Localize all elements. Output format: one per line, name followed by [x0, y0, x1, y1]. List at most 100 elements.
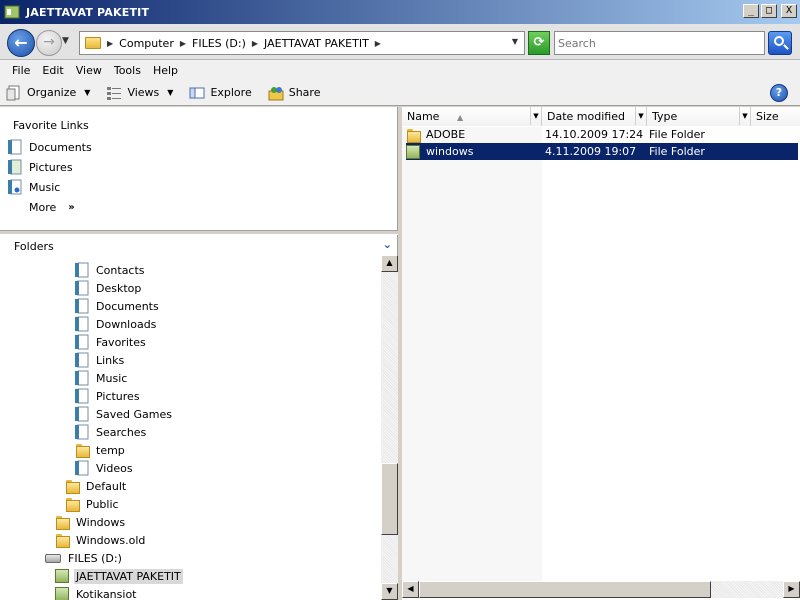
folders-header[interactable]: Folders ⌄ — [0, 235, 398, 257]
folder-icon — [406, 128, 421, 143]
tree-item[interactable]: Pictures — [75, 387, 142, 405]
folder-tree-scrollbar[interactable]: ▲ ▼ — [381, 255, 398, 600]
collapse-chevron-icon[interactable]: ⌄ — [383, 238, 392, 251]
address-field[interactable]: ▶ Computer ▶ FILES (D:) ▶ JAETTAVAT PAKE… — [79, 31, 525, 55]
window-title: JAETTAVAT PAKETIT — [26, 5, 150, 19]
column-filter-dropdown-icon[interactable]: ▼ — [739, 107, 750, 125]
menu-edit[interactable]: Edit — [36, 64, 69, 77]
breadcrumb-files-drive[interactable]: FILES (D:) — [192, 37, 246, 50]
tree-item[interactable]: Contacts — [75, 261, 147, 279]
tree-item[interactable]: Searches — [75, 423, 148, 441]
column-header-type[interactable]: Type ▼ — [647, 107, 751, 126]
explore-icon — [189, 85, 205, 101]
favorite-links-header: Favorite Links — [13, 119, 89, 132]
column-header-date[interactable]: Date modified ▼ — [542, 107, 647, 126]
tree-item[interactable]: temp — [75, 441, 127, 459]
views-button[interactable]: Views ▼ — [106, 85, 173, 101]
tree-item[interactable]: Music — [75, 369, 129, 387]
tree-item[interactable]: Windows — [55, 513, 127, 531]
breadcrumb-current-folder[interactable]: JAETTAVAT PAKETIT — [264, 37, 369, 50]
explore-button[interactable]: Explore — [189, 85, 252, 101]
column-filter-dropdown-icon[interactable]: ▼ — [635, 107, 646, 125]
column-filter-dropdown-icon[interactable]: ▼ — [530, 107, 541, 125]
videos-icon — [75, 460, 89, 476]
pictures-icon — [8, 159, 22, 175]
column-size-label: Size — [756, 110, 779, 123]
menu-tools[interactable]: Tools — [108, 64, 147, 77]
file-list-hscrollbar[interactable]: ◀ ▶ — [402, 581, 800, 598]
tree-item[interactable]: Windows.old — [55, 531, 147, 549]
tree-item[interactable]: FILES (D:) — [45, 549, 124, 567]
forward-button[interactable]: → — [36, 30, 62, 56]
close-button[interactable]: X — [781, 4, 797, 18]
views-icon — [106, 85, 122, 101]
scroll-thumb[interactable] — [381, 463, 398, 535]
file-type: File Folder — [649, 145, 705, 158]
title-bar[interactable]: JAETTAVAT PAKETIT _ □ X — [0, 0, 800, 24]
tree-item-label: Links — [96, 353, 125, 367]
share-icon — [268, 85, 284, 101]
shared-folder-icon — [55, 587, 69, 600]
tree-item[interactable]: Videos — [75, 459, 135, 477]
folder-icon — [55, 515, 70, 530]
menu-help[interactable]: Help — [147, 64, 184, 77]
menu-view[interactable]: View — [70, 64, 108, 77]
refresh-button[interactable]: ⟳ — [528, 31, 550, 55]
address-dropdown-icon[interactable]: ▼ — [512, 37, 518, 46]
back-button[interactable]: ← — [7, 29, 35, 57]
folder-icon — [75, 443, 90, 458]
tree-item[interactable]: Default — [65, 477, 128, 495]
organize-icon — [6, 85, 22, 101]
breadcrumb-separator-icon[interactable]: ▶ — [107, 39, 113, 48]
downloads-icon — [75, 316, 89, 332]
column-header-size[interactable]: Size — [751, 107, 800, 126]
tree-item[interactable]: Favorites — [75, 333, 148, 351]
documents-icon — [75, 298, 89, 314]
tree-item[interactable]: Kotikansiot — [55, 585, 138, 600]
scroll-right-button[interactable]: ▶ — [783, 581, 800, 598]
file-row-selected[interactable]: windows 4.11.2009 19:07 File Folder — [406, 143, 798, 160]
favorite-documents[interactable]: Documents — [8, 138, 92, 156]
navigation-pane: Favorite Links Documents Pictures Music … — [0, 107, 398, 600]
menu-file[interactable]: File — [6, 64, 36, 77]
scroll-down-button[interactable]: ▼ — [381, 583, 398, 600]
hscroll-thumb[interactable] — [419, 581, 711, 598]
refresh-icon: ⟳ — [533, 35, 545, 50]
tree-item[interactable]: Public — [65, 495, 121, 513]
search-button[interactable] — [768, 31, 792, 55]
history-dropdown-icon[interactable]: ▼ — [62, 36, 69, 46]
breadcrumb-separator-icon[interactable]: ▶ — [180, 39, 186, 48]
column-header-name[interactable]: Name ▲ ▼ — [402, 107, 542, 126]
folders-label: Folders — [14, 239, 54, 253]
tree-item[interactable]: Downloads — [75, 315, 158, 333]
tree-item[interactable]: Links — [75, 351, 126, 369]
favorites-icon — [75, 334, 89, 350]
scroll-left-button[interactable]: ◀ — [402, 581, 419, 598]
tree-item[interactable]: Desktop — [75, 279, 143, 297]
help-button[interactable]: ? — [770, 84, 788, 102]
breadcrumb-separator-icon[interactable]: ▶ — [252, 39, 258, 48]
folder-icon — [85, 37, 101, 49]
favorites-more-link[interactable]: More » — [29, 201, 75, 214]
double-chevron-icon: » — [68, 202, 75, 213]
favorite-music[interactable]: Music — [8, 178, 60, 196]
breadcrumb-computer[interactable]: Computer — [119, 37, 174, 50]
column-date-label: Date modified — [547, 110, 625, 123]
file-row[interactable]: ADOBE 14.10.2009 17:24 File Folder — [406, 126, 798, 143]
back-arrow-icon: ← — [14, 33, 28, 52]
favorite-pictures[interactable]: Pictures — [8, 158, 73, 176]
tree-item[interactable]: Documents — [75, 297, 161, 315]
organize-button[interactable]: Organize ▼ — [6, 85, 90, 101]
breadcrumb-separator-icon[interactable]: ▶ — [375, 39, 381, 48]
scroll-up-button[interactable]: ▲ — [381, 255, 398, 272]
file-name: windows — [426, 145, 474, 158]
tree-item[interactable]: Saved Games — [75, 405, 174, 423]
menu-bar: File Edit View Tools Help — [0, 60, 800, 80]
tree-item-label: Music — [96, 371, 128, 385]
tree-item[interactable]: JAETTAVAT PAKETIT — [55, 567, 183, 585]
minimize-button[interactable]: _ — [743, 4, 759, 18]
search-input[interactable] — [554, 31, 765, 55]
share-button[interactable]: Share — [268, 85, 320, 101]
maximize-button[interactable]: □ — [761, 4, 777, 18]
links-icon — [75, 352, 89, 368]
